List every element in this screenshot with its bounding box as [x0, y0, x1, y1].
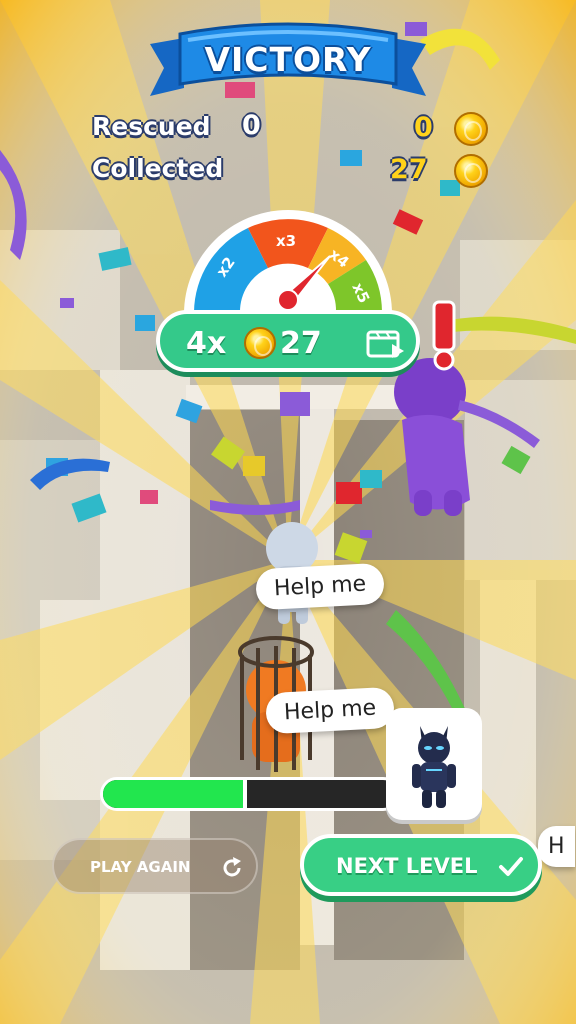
play-again-label: PLAY AGAIN [90, 858, 191, 876]
exclamation-icon [432, 300, 456, 371]
replay-icon [223, 857, 241, 877]
rescued-label: Rescued [92, 112, 211, 141]
multiply-reward-button[interactable]: 4x 27 [156, 310, 420, 372]
victory-banner: VICTORY [150, 18, 426, 100]
speech-bubble: H [538, 826, 575, 867]
multiplier-wheel: x2 x3 x4 x5 [184, 210, 392, 314]
coin-icon [454, 112, 488, 146]
multiplier-value: 4x [186, 326, 227, 361]
coin-icon [454, 154, 488, 188]
rescued-count: 0 [242, 110, 261, 141]
dark-hero-skin-icon [412, 726, 456, 808]
progress-fill [103, 780, 248, 808]
skin-unlock-card [386, 708, 482, 820]
multiplied-amount: 27 [280, 326, 322, 361]
speech-bubble: Help me [265, 686, 396, 735]
speech-bubble: Help me [255, 562, 386, 611]
check-icon [499, 857, 523, 876]
video-ad-icon [366, 330, 404, 358]
next-level-label: NEXT LEVEL [336, 854, 478, 878]
collected-coins-value: 27 [390, 154, 428, 185]
play-again-button[interactable]: PLAY AGAIN [52, 838, 258, 894]
rescued-coins-value: 0 [414, 112, 433, 143]
wheel-label-x3: x3 [276, 232, 296, 250]
victory-title: VICTORY [204, 40, 372, 79]
level-progress-bar [100, 777, 400, 811]
coin-icon [244, 327, 276, 359]
collected-label: Collected [92, 154, 224, 183]
next-level-button[interactable]: NEXT LEVEL [300, 834, 542, 896]
